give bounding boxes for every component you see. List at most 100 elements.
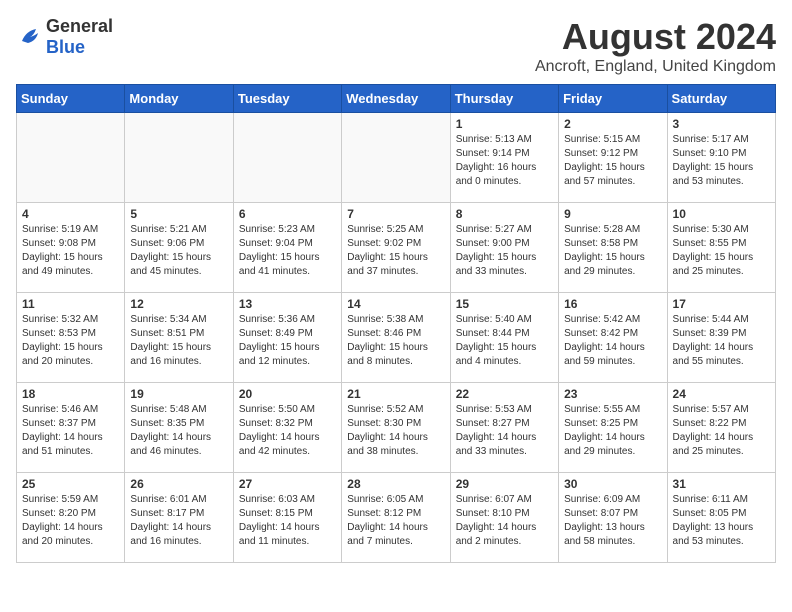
calendar-cell <box>233 113 341 203</box>
calendar-cell: 18 Sunrise: 5:46 AM Sunset: 8:37 PM Dayli… <box>17 383 125 473</box>
logo-general-text: General <box>46 16 113 36</box>
day-info: Sunrise: 6:03 AM Sunset: 8:15 PM Dayligh… <box>239 493 336 549</box>
day-number: 25 <box>22 477 119 491</box>
day-info: Sunrise: 5:30 AM Sunset: 8:55 PM Dayligh… <box>673 223 770 279</box>
calendar-cell: 4 Sunrise: 5:19 AM Sunset: 9:08 PM Daylig… <box>17 203 125 293</box>
day-info: Sunrise: 5:25 AM Sunset: 9:02 PM Dayligh… <box>347 223 444 279</box>
day-number: 26 <box>130 477 227 491</box>
day-info: Sunrise: 5:28 AM Sunset: 8:58 PM Dayligh… <box>564 223 661 279</box>
day-number: 30 <box>564 477 661 491</box>
day-number: 29 <box>456 477 553 491</box>
day-info: Sunrise: 5:52 AM Sunset: 8:30 PM Dayligh… <box>347 403 444 459</box>
day-info: Sunrise: 5:32 AM Sunset: 8:53 PM Dayligh… <box>22 313 119 369</box>
calendar-week-2: 4 Sunrise: 5:19 AM Sunset: 9:08 PM Daylig… <box>17 203 776 293</box>
calendar-cell: 11Sunrise: 5:32 AM Sunset: 8:53 PM Dayli… <box>17 293 125 383</box>
calendar-cell: 28 Sunrise: 6:05 AM Sunset: 8:12 PM Dayli… <box>342 473 450 563</box>
weekday-header-thursday: Thursday <box>450 85 558 113</box>
location-subtitle: Ancroft, England, United Kingdom <box>535 58 776 76</box>
day-number: 3 <box>673 117 770 131</box>
calendar-cell: 24Sunrise: 5:57 AM Sunset: 8:22 PM Dayli… <box>667 383 775 473</box>
calendar-cell: 8 Sunrise: 5:27 AM Sunset: 9:00 PM Daylig… <box>450 203 558 293</box>
day-number: 10 <box>673 207 770 221</box>
day-info: Sunrise: 5:38 AM Sunset: 8:46 PM Dayligh… <box>347 313 444 369</box>
title-area: August 2024 Ancroft, England, United Kin… <box>535 16 776 76</box>
day-info: Sunrise: 5:27 AM Sunset: 9:00 PM Dayligh… <box>456 223 553 279</box>
calendar-cell: 15 Sunrise: 5:40 AM Sunset: 8:44 PM Dayli… <box>450 293 558 383</box>
day-number: 16 <box>564 297 661 311</box>
calendar-cell: 20 Sunrise: 5:50 AM Sunset: 8:32 PM Dayli… <box>233 383 341 473</box>
weekday-header-monday: Monday <box>125 85 233 113</box>
day-info: Sunrise: 5:36 AM Sunset: 8:49 PM Dayligh… <box>239 313 336 369</box>
day-number: 21 <box>347 387 444 401</box>
day-info: Sunrise: 5:50 AM Sunset: 8:32 PM Dayligh… <box>239 403 336 459</box>
day-info: Sunrise: 5:13 AM Sunset: 9:14 PM Dayligh… <box>456 133 553 189</box>
day-info: Sunrise: 5:42 AM Sunset: 8:42 PM Dayligh… <box>564 313 661 369</box>
day-info: Sunrise: 6:01 AM Sunset: 8:17 PM Dayligh… <box>130 493 227 549</box>
day-info: Sunrise: 6:11 AM Sunset: 8:05 PM Dayligh… <box>673 493 770 549</box>
day-number: 23 <box>564 387 661 401</box>
calendar-week-5: 25 Sunrise: 5:59 AM Sunset: 8:20 PM Dayli… <box>17 473 776 563</box>
calendar-cell: 27 Sunrise: 6:03 AM Sunset: 8:15 PM Dayli… <box>233 473 341 563</box>
calendar-cell: 29 Sunrise: 6:07 AM Sunset: 8:10 PM Dayli… <box>450 473 558 563</box>
day-number: 4 <box>22 207 119 221</box>
weekday-header-row: SundayMondayTuesdayWednesdayThursdayFrid… <box>17 85 776 113</box>
month-year-title: August 2024 <box>535 16 776 58</box>
day-number: 27 <box>239 477 336 491</box>
day-number: 12 <box>130 297 227 311</box>
calendar-cell: 13 Sunrise: 5:36 AM Sunset: 8:49 PM Dayli… <box>233 293 341 383</box>
calendar-cell: 1Sunrise: 5:13 AM Sunset: 9:14 PM Daylig… <box>450 113 558 203</box>
calendar-table: SundayMondayTuesdayWednesdayThursdayFrid… <box>16 84 776 563</box>
day-number: 18 <box>22 387 119 401</box>
calendar-cell: 10 Sunrise: 5:30 AM Sunset: 8:55 PM Dayli… <box>667 203 775 293</box>
calendar-cell: 26 Sunrise: 6:01 AM Sunset: 8:17 PM Dayli… <box>125 473 233 563</box>
day-info: Sunrise: 5:57 AM Sunset: 8:22 PM Dayligh… <box>673 403 770 459</box>
day-info: Sunrise: 5:17 AM Sunset: 9:10 PM Dayligh… <box>673 133 770 189</box>
day-number: 2 <box>564 117 661 131</box>
calendar-cell: 16 Sunrise: 5:42 AM Sunset: 8:42 PM Dayli… <box>559 293 667 383</box>
day-info: Sunrise: 5:48 AM Sunset: 8:35 PM Dayligh… <box>130 403 227 459</box>
calendar-cell: 22Sunrise: 5:53 AM Sunset: 8:27 PM Dayli… <box>450 383 558 473</box>
day-info: Sunrise: 5:15 AM Sunset: 9:12 PM Dayligh… <box>564 133 661 189</box>
calendar-cell: 9Sunrise: 5:28 AM Sunset: 8:58 PM Daylig… <box>559 203 667 293</box>
calendar-cell <box>342 113 450 203</box>
day-number: 8 <box>456 207 553 221</box>
calendar-week-4: 18 Sunrise: 5:46 AM Sunset: 8:37 PM Dayli… <box>17 383 776 473</box>
weekday-header-friday: Friday <box>559 85 667 113</box>
calendar-cell: 7 Sunrise: 5:25 AM Sunset: 9:02 PM Daylig… <box>342 203 450 293</box>
day-info: Sunrise: 5:40 AM Sunset: 8:44 PM Dayligh… <box>456 313 553 369</box>
logo-bird-icon <box>16 23 44 51</box>
day-info: Sunrise: 5:59 AM Sunset: 8:20 PM Dayligh… <box>22 493 119 549</box>
day-number: 14 <box>347 297 444 311</box>
day-info: Sunrise: 5:19 AM Sunset: 9:08 PM Dayligh… <box>22 223 119 279</box>
day-info: Sunrise: 5:46 AM Sunset: 8:37 PM Dayligh… <box>22 403 119 459</box>
day-number: 31 <box>673 477 770 491</box>
day-info: Sunrise: 6:07 AM Sunset: 8:10 PM Dayligh… <box>456 493 553 549</box>
calendar-week-3: 11Sunrise: 5:32 AM Sunset: 8:53 PM Dayli… <box>17 293 776 383</box>
day-number: 13 <box>239 297 336 311</box>
weekday-header-sunday: Sunday <box>17 85 125 113</box>
day-info: Sunrise: 6:05 AM Sunset: 8:12 PM Dayligh… <box>347 493 444 549</box>
calendar-cell: 31 Sunrise: 6:11 AM Sunset: 8:05 PM Dayli… <box>667 473 775 563</box>
calendar-cell: 17Sunrise: 5:44 AM Sunset: 8:39 PM Dayli… <box>667 293 775 383</box>
day-number: 7 <box>347 207 444 221</box>
calendar-cell: 30Sunrise: 6:09 AM Sunset: 8:07 PM Dayli… <box>559 473 667 563</box>
calendar-cell: 2 Sunrise: 5:15 AM Sunset: 9:12 PM Daylig… <box>559 113 667 203</box>
day-info: Sunrise: 5:21 AM Sunset: 9:06 PM Dayligh… <box>130 223 227 279</box>
calendar-cell: 21 Sunrise: 5:52 AM Sunset: 8:30 PM Dayli… <box>342 383 450 473</box>
day-number: 6 <box>239 207 336 221</box>
calendar-cell: 25 Sunrise: 5:59 AM Sunset: 8:20 PM Dayli… <box>17 473 125 563</box>
day-number: 20 <box>239 387 336 401</box>
day-number: 22 <box>456 387 553 401</box>
calendar-cell <box>17 113 125 203</box>
header: General Blue August 2024 Ancroft, Englan… <box>16 16 776 76</box>
logo-blue-text: Blue <box>46 37 85 57</box>
calendar-cell: 23Sunrise: 5:55 AM Sunset: 8:25 PM Dayli… <box>559 383 667 473</box>
day-number: 19 <box>130 387 227 401</box>
day-number: 28 <box>347 477 444 491</box>
day-number: 15 <box>456 297 553 311</box>
weekday-header-wednesday: Wednesday <box>342 85 450 113</box>
day-info: Sunrise: 5:44 AM Sunset: 8:39 PM Dayligh… <box>673 313 770 369</box>
calendar-cell: 6Sunrise: 5:23 AM Sunset: 9:04 PM Daylig… <box>233 203 341 293</box>
calendar-cell: 3 Sunrise: 5:17 AM Sunset: 9:10 PM Daylig… <box>667 113 775 203</box>
calendar-cell: 14 Sunrise: 5:38 AM Sunset: 8:46 PM Dayli… <box>342 293 450 383</box>
